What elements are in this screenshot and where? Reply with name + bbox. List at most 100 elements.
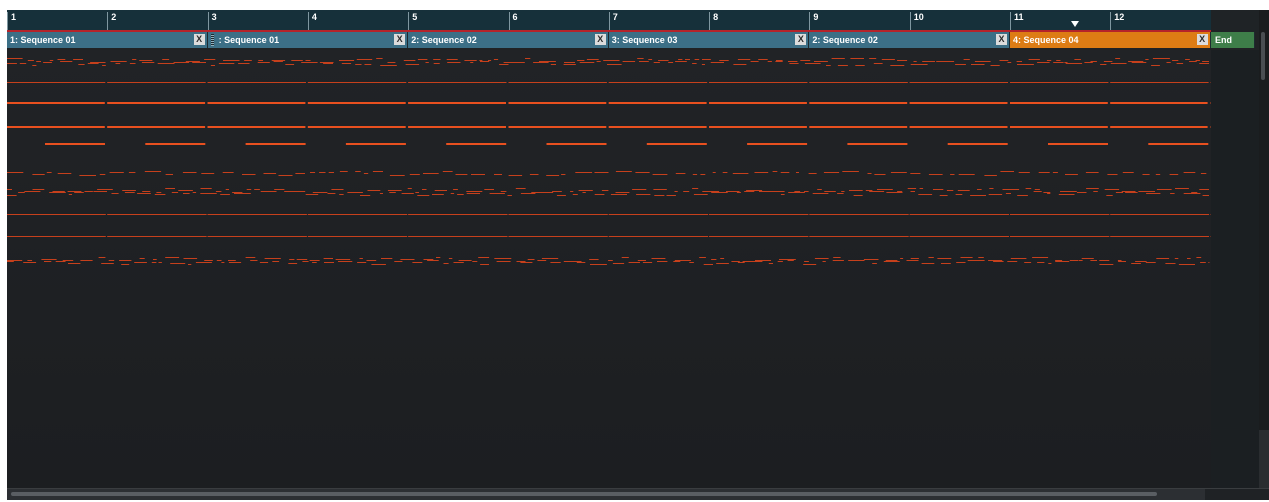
note-row-1[interactable]	[678, 59, 683, 60]
note-row-1[interactable]	[323, 63, 333, 64]
note-row-10[interactable]	[787, 260, 794, 261]
note-row-10[interactable]	[108, 260, 115, 261]
note-row-1[interactable]	[525, 58, 531, 59]
note-row-1[interactable]	[971, 64, 985, 65]
note-row-1[interactable]	[1151, 65, 1160, 66]
note-row-3[interactable]	[107, 102, 206, 104]
note-row-5[interactable]	[646, 143, 707, 145]
note-row-7[interactable]	[957, 190, 970, 191]
note-row-10[interactable]	[1032, 257, 1049, 258]
note-row-10[interactable]	[496, 261, 511, 262]
sequence-block-2[interactable]: : Sequence 01 X	[207, 32, 409, 48]
note-row-10[interactable]	[673, 261, 681, 262]
note-row-7[interactable]	[489, 193, 505, 194]
note-row-10[interactable]	[1165, 263, 1176, 264]
note-row-7[interactable]	[692, 188, 699, 189]
note-row-1[interactable]	[701, 64, 705, 65]
note-row-9[interactable]	[508, 236, 608, 237]
note-row-10[interactable]	[400, 259, 415, 260]
note-row-10[interactable]	[44, 261, 52, 262]
note-row-1[interactable]	[210, 65, 215, 66]
note-row-7[interactable]	[327, 193, 336, 194]
note-row-1[interactable]	[831, 58, 845, 59]
note-row-10[interactable]	[188, 264, 192, 265]
note-row-2[interactable]	[207, 82, 306, 83]
note-row-1[interactable]	[563, 64, 576, 65]
note-row-7[interactable]	[32, 189, 45, 190]
note-row-7[interactable]	[1104, 189, 1120, 190]
note-row-10[interactable]	[480, 264, 489, 265]
note-row-7[interactable]	[768, 191, 785, 192]
note-row-7[interactable]	[824, 191, 836, 192]
note-row-5[interactable]	[546, 143, 607, 145]
note-row-1[interactable]	[488, 60, 492, 61]
note-row-10[interactable]	[731, 261, 740, 262]
note-row-10[interactable]	[550, 262, 561, 263]
note-row-7[interactable]	[165, 188, 175, 189]
note-row-5[interactable]	[947, 143, 1008, 145]
note-row-10[interactable]	[988, 260, 1003, 261]
note-row-1[interactable]	[1128, 61, 1144, 62]
note-row-7[interactable]	[897, 191, 903, 192]
note-row-6[interactable]	[575, 172, 593, 173]
note-row-7[interactable]	[520, 193, 536, 194]
note-row-10[interactable]	[910, 258, 919, 259]
note-row-1[interactable]	[425, 62, 429, 63]
note-row-2[interactable]	[508, 82, 607, 83]
note-row-1[interactable]	[1176, 63, 1184, 64]
note-row-10[interactable]	[250, 260, 258, 261]
note-row-7[interactable]	[339, 194, 344, 195]
note-row-7[interactable]	[360, 195, 371, 196]
note-row-6[interactable]	[712, 172, 716, 173]
note-row-1[interactable]	[1185, 59, 1190, 60]
note-row-6[interactable]	[594, 172, 609, 173]
note-row-6[interactable]	[278, 175, 293, 176]
note-row-10[interactable]	[216, 260, 222, 261]
note-row-6[interactable]	[165, 174, 173, 175]
note-row-6[interactable]	[890, 172, 907, 173]
note-row-1[interactable]	[1037, 62, 1050, 63]
note-row-7[interactable]	[18, 192, 25, 193]
note-row-6[interactable]	[109, 172, 124, 173]
note-row-4[interactable]	[1010, 126, 1108, 128]
note-row-7[interactable]	[933, 189, 944, 190]
note-row-6[interactable]	[310, 172, 316, 173]
vertical-scroll-track-lower[interactable]	[1259, 430, 1269, 488]
note-row-10[interactable]	[703, 264, 713, 265]
note-row-1[interactable]	[73, 59, 83, 60]
note-row-6[interactable]	[874, 174, 886, 175]
note-row-7[interactable]	[331, 189, 344, 190]
note-row-1[interactable]	[115, 63, 121, 64]
note-row-7[interactable]	[171, 192, 179, 193]
note-row-1[interactable]	[789, 63, 799, 64]
note-row-7[interactable]	[1191, 192, 1198, 193]
note-row-10[interactable]	[371, 264, 386, 265]
note-row-3[interactable]	[508, 102, 607, 104]
note-row-1[interactable]	[1056, 60, 1061, 61]
note-row-6[interactable]	[796, 172, 799, 173]
note-row-7[interactable]	[817, 189, 822, 190]
note-row-6[interactable]	[222, 172, 234, 173]
note-row-6[interactable]	[529, 174, 539, 175]
drag-handle-icon[interactable]	[210, 33, 214, 46]
note-row-7[interactable]	[137, 193, 151, 194]
note-row-1[interactable]	[480, 61, 490, 62]
note-row-7[interactable]	[841, 191, 845, 192]
note-row-10[interactable]	[309, 260, 320, 261]
note-row-6[interactable]	[984, 175, 997, 176]
note-row-7[interactable]	[156, 192, 162, 193]
note-row-10[interactable]	[651, 258, 666, 259]
note-row-10[interactable]	[1069, 260, 1079, 261]
note-row-7[interactable]	[1106, 195, 1113, 196]
note-row-1[interactable]	[800, 60, 811, 61]
note-row-7[interactable]	[1121, 191, 1136, 192]
note-row-10[interactable]	[494, 258, 512, 259]
note-row-7[interactable]	[401, 193, 414, 194]
note-row-10[interactable]	[779, 259, 796, 260]
note-row-6[interactable]	[409, 174, 420, 175]
note-row-7[interactable]	[653, 189, 667, 190]
note-row-1[interactable]	[1064, 62, 1068, 63]
note-row-1[interactable]	[273, 61, 283, 62]
note-row-1[interactable]	[90, 62, 106, 63]
note-row-9[interactable]	[608, 236, 708, 237]
